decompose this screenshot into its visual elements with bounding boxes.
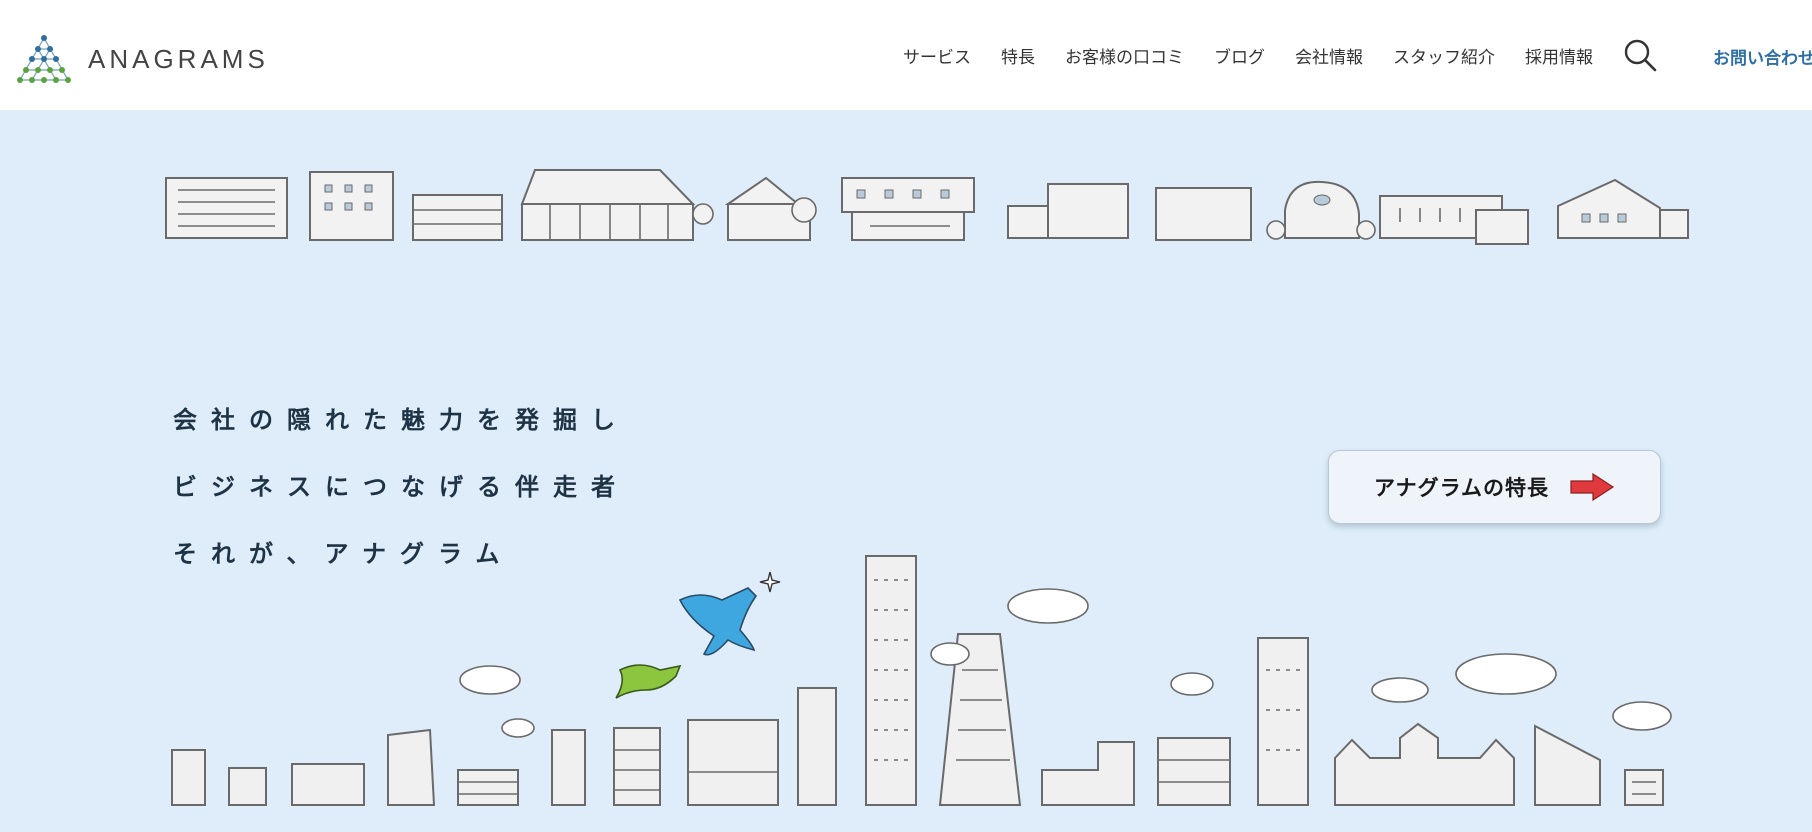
brand-logo[interactable]: ANAGRAMS [16,34,269,84]
site-header: ANAGRAMS サービス 特長 お客様の口コミ ブログ 会社情報 スタッフ紹介… [0,0,1812,110]
search-icon[interactable] [1623,38,1657,72]
nav-item-services[interactable]: サービス [903,43,971,68]
bird-illustration [615,571,781,699]
main-nav: サービス 特長 お客様の口コミ ブログ 会社情報 スタッフ紹介 採用情報 [903,0,1697,110]
nav-item-features[interactable]: 特長 [1001,43,1035,68]
nav-item-staff[interactable]: スタッフ紹介 [1393,43,1495,68]
hero-section: 会社の隠れた魅力を発掘し ビジネスにつなげる伴走者 それが、アナグラム アナグラ… [0,110,1812,832]
triangle-dots-icon [17,35,71,83]
city-skyline-illustration [171,555,1672,806]
nav-item-company[interactable]: 会社情報 [1295,43,1363,68]
nav-item-recruit[interactable]: 採用情報 [1525,43,1593,68]
brand-name: ANAGRAMS [88,43,269,74]
contact-link[interactable]: お問い合わせ [1713,44,1812,69]
nav-item-blog[interactable]: ブログ [1214,43,1265,68]
nav-item-reviews[interactable]: お客様の口コミ [1065,43,1184,68]
